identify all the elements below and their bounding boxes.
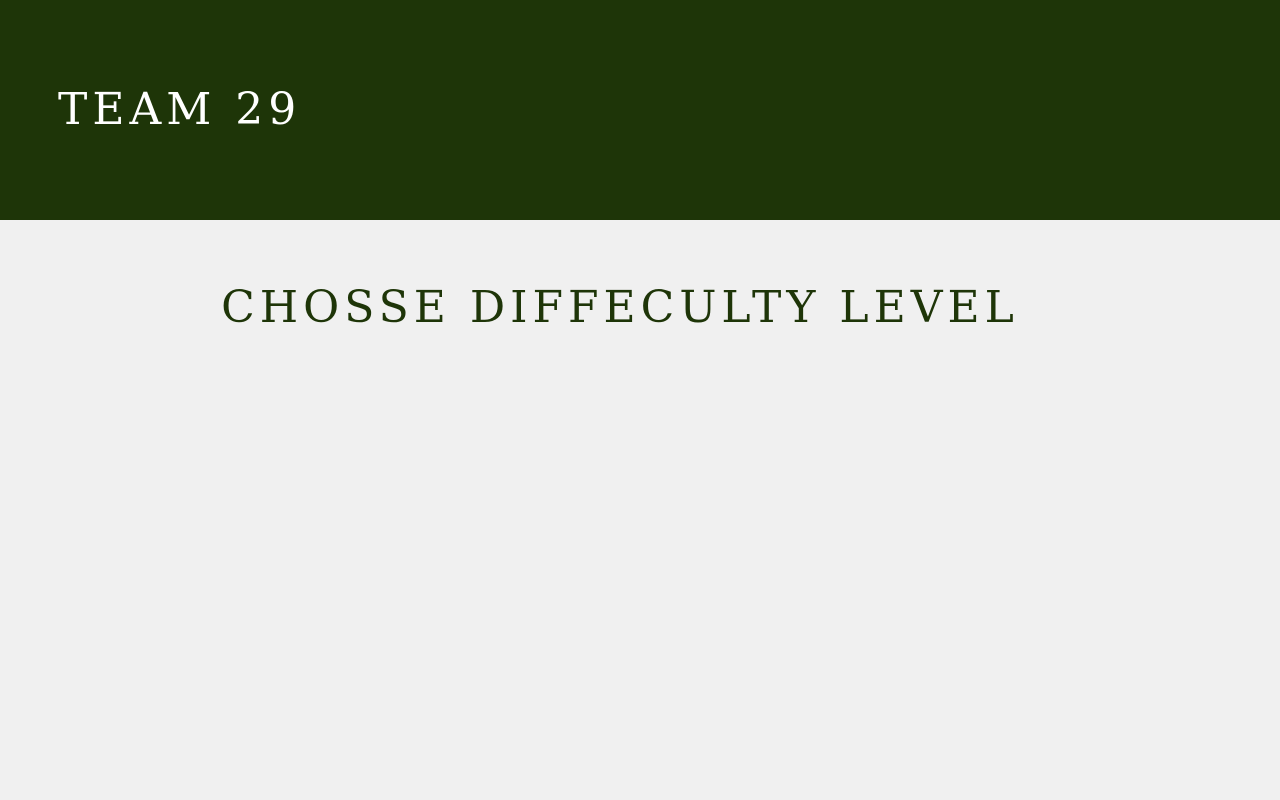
main-content: CHOSSE DIFFECULTY LEVEL (0, 220, 1280, 800)
page-heading: CHOSSE DIFFECULTY LEVEL (221, 282, 1019, 333)
brand-title: TEAM 29 (58, 84, 302, 135)
header-bar: TEAM 29 (0, 0, 1280, 220)
